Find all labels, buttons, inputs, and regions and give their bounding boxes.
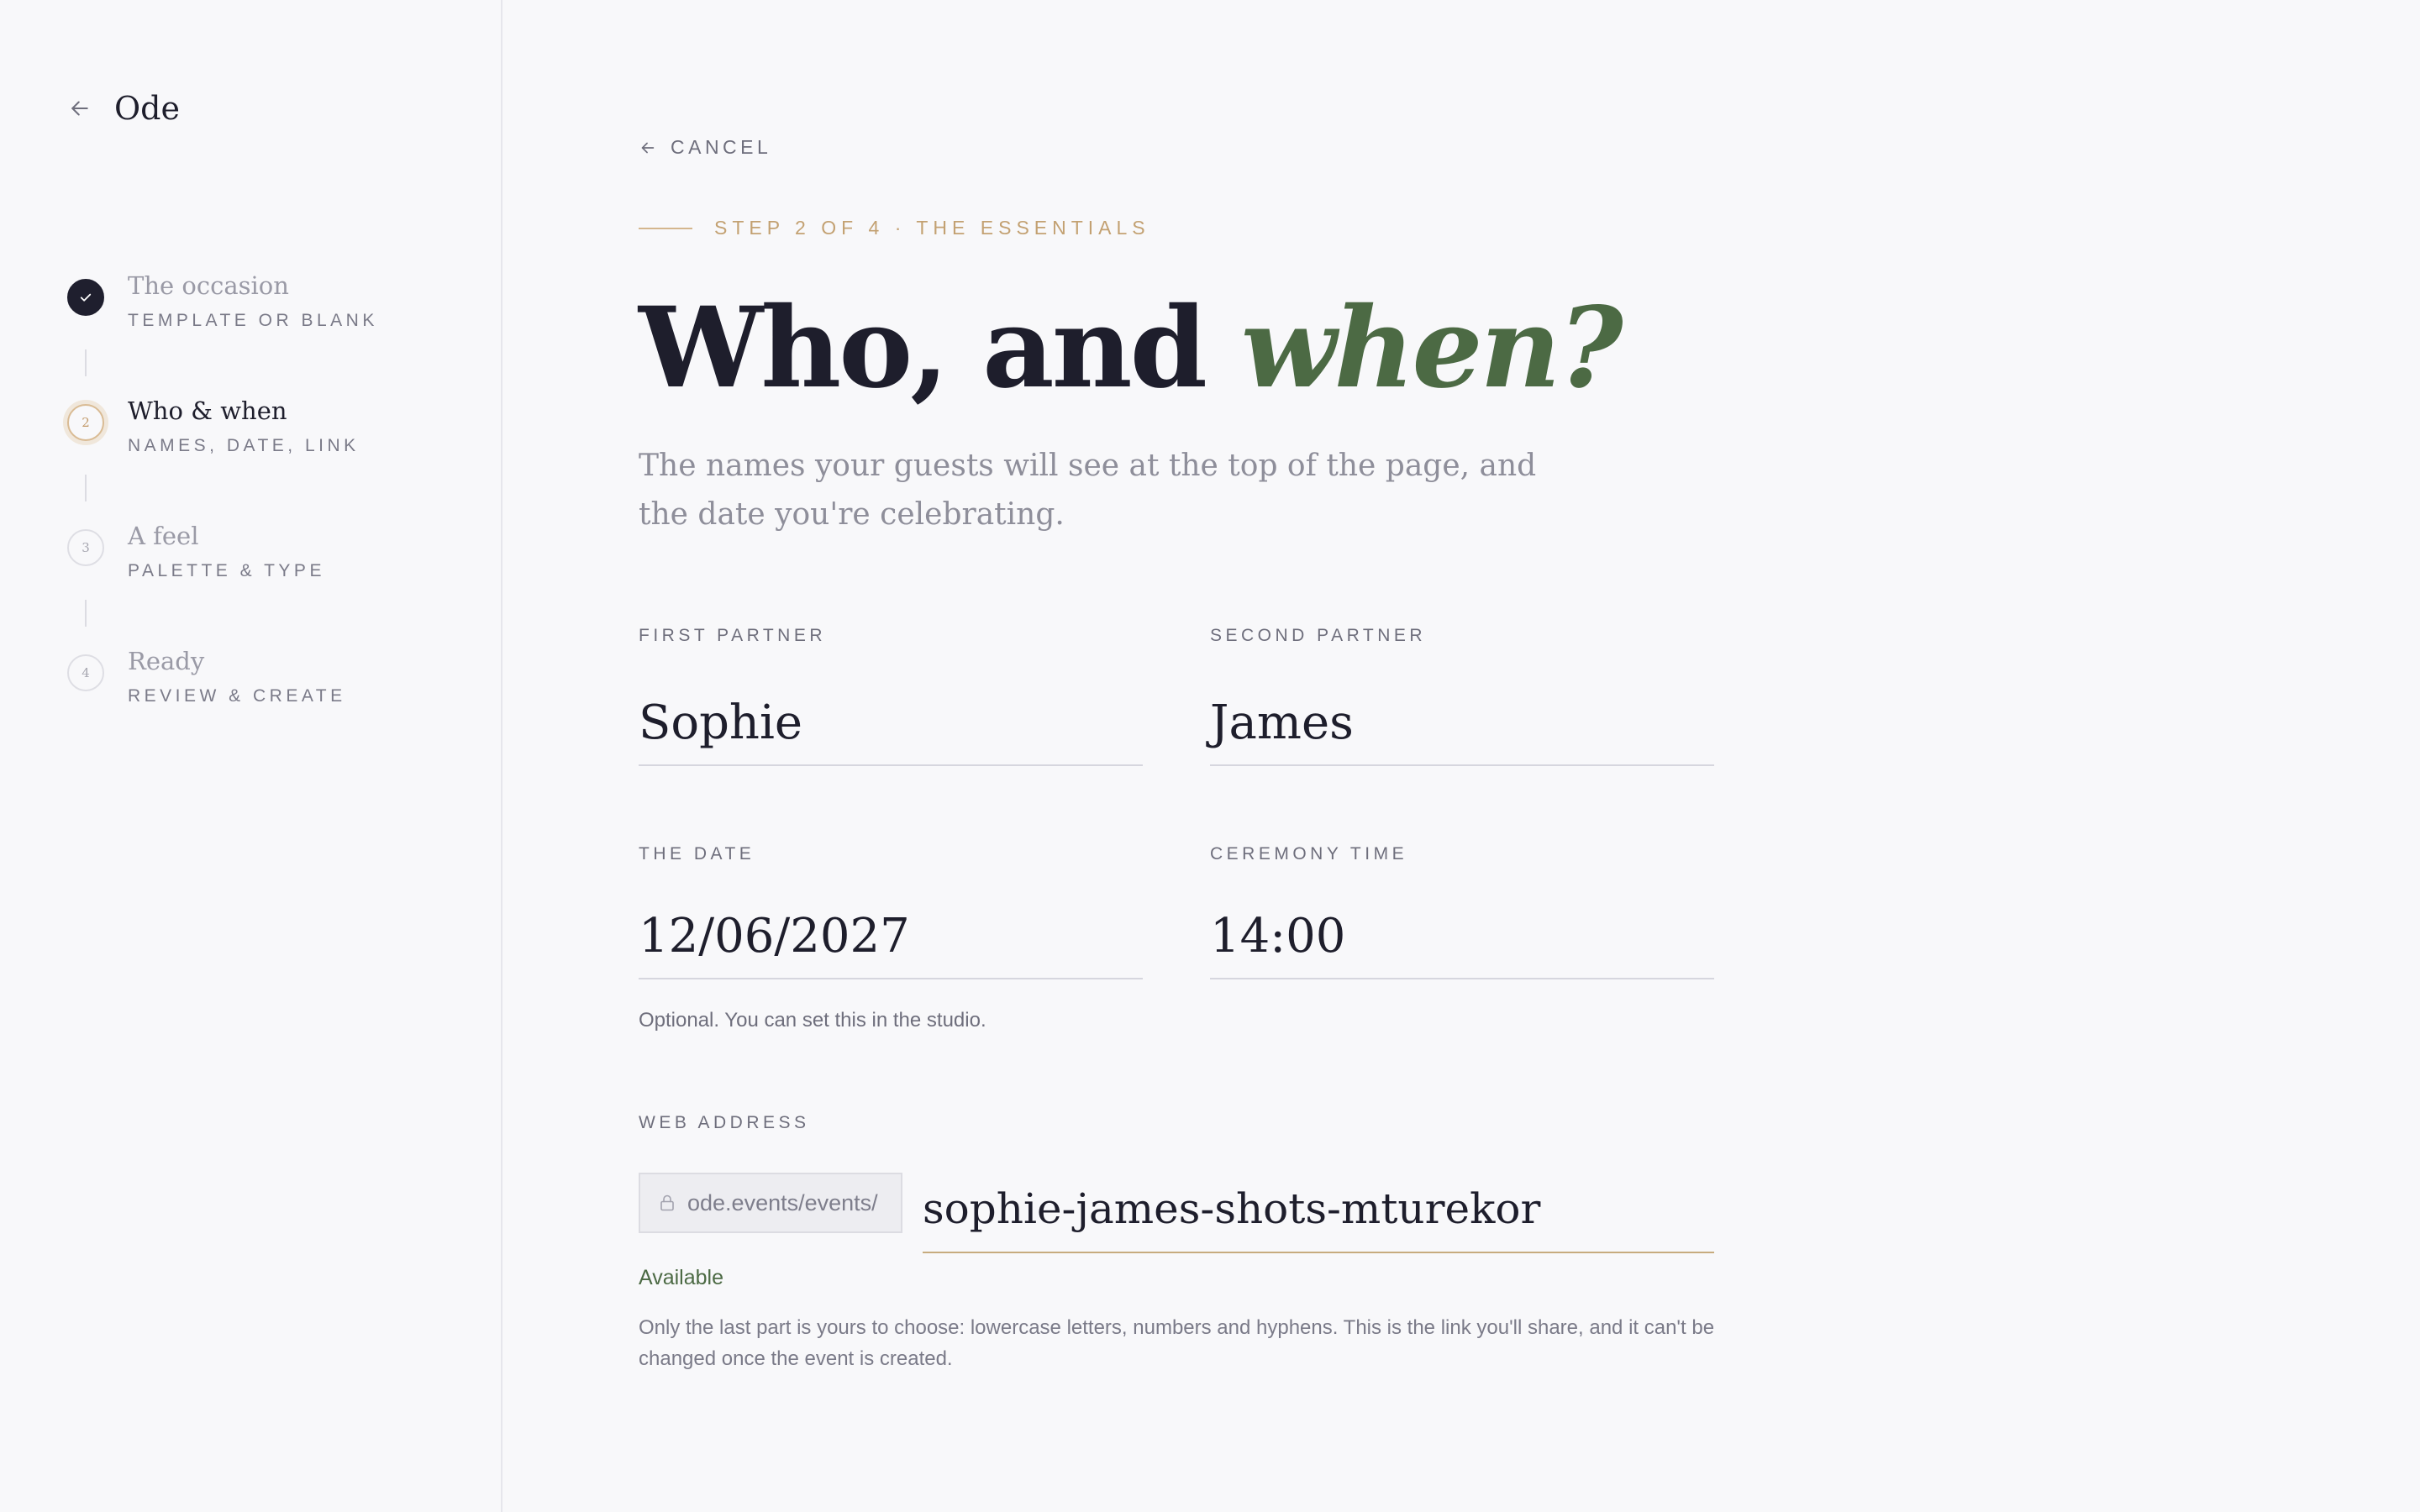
step-title: The occasion [128,271,289,300]
first-partner-input[interactable]: Sophie [639,682,1143,766]
step-connector [85,475,87,501]
step-subtitle: NAMES, DATE, LINK [128,436,360,455]
step-connector [85,600,87,627]
brand-name: Ode [114,90,180,127]
web-address-input[interactable]: sophie-james-shots-mturekor [923,1166,1714,1253]
ceremony-time-input[interactable]: 14:00 [1210,895,1714,979]
step-text: Ready REVIEW & CREATE [128,643,346,706]
first-partner-value: Sophie [639,696,803,750]
eyebrow-rule [639,227,692,229]
step-text: A feel PALETTE & TYPE [128,517,325,581]
arrow-left-icon[interactable] [67,96,92,121]
date-input[interactable]: 12/06/2027 [639,895,1143,979]
check-icon [80,293,92,302]
step-text: The occasion TEMPLATE OR BLANK [128,267,378,331]
url-prefix: ode.events/events/ [639,1173,902,1233]
second-partner-value: James [1210,696,1354,750]
step-ready[interactable]: 4 Ready REVIEW & CREATE [66,643,486,768]
page-title: Who, and when? [639,277,1623,420]
web-address-help: Only the last part is yours to choose: l… [639,1316,1715,1370]
step-number-badge: 2 [67,404,104,441]
app-root: Ode The occasion TEMPLATE OR BLANK 2 Who… [0,0,2420,1512]
step-eyebrow: STEP 2 OF 4 · THE ESSENTIALS [639,217,1150,239]
date-label: THE DATE [639,844,755,864]
sidebar: Ode The occasion TEMPLATE OR BLANK 2 Who… [0,0,502,1512]
step-title: A feel [128,522,199,550]
lock-icon [660,1194,674,1211]
step-text: Who & when NAMES, DATE, LINK [128,392,360,456]
step-number-badge: 3 [67,529,104,566]
main-content: CANCEL STEP 2 OF 4 · THE ESSENTIALS Who,… [504,0,2420,1512]
web-address-label: WEB ADDRESS [639,1113,810,1132]
step-title: Who & when [128,396,287,425]
time-hint: Optional. You can set this in the studio… [639,1009,986,1032]
url-prefix-text: ode.events/events/ [687,1189,878,1215]
cancel-label: CANCEL [671,136,772,158]
stepper: The occasion TEMPLATE OR BLANK 2 Who & w… [66,267,486,768]
step-occasion[interactable]: The occasion TEMPLATE OR BLANK [66,267,486,392]
arrow-left-icon [641,142,655,153]
availability-status: Available [639,1266,724,1289]
ceremony-time-value: 14:00 [1210,909,1346,963]
step-subtitle: TEMPLATE OR BLANK [128,311,378,330]
web-address-value: sophie-james-shots-mturekor [923,1184,1541,1233]
cancel-button[interactable]: CANCEL [639,136,771,159]
page-lead: The names your guests will see at the to… [639,449,1537,532]
second-partner-input[interactable]: James [1210,682,1714,766]
ceremony-time-label: CEREMONY TIME [1210,844,1408,864]
step-number-badge: 4 [67,654,104,691]
step-connector [85,349,87,376]
page-title-accent: when? [1240,283,1623,413]
brand[interactable]: Ode [67,87,180,129]
page-title-main: Who, and [639,283,1241,413]
step-done-indicator [67,279,104,316]
step-title: Ready [128,647,205,675]
step-subtitle: PALETTE & TYPE [128,561,325,580]
eyebrow-text: STEP 2 OF 4 · THE ESSENTIALS [714,217,1150,239]
step-subtitle: REVIEW & CREATE [128,686,346,706]
step-who-when[interactable]: 2 Who & when NAMES, DATE, LINK [66,392,486,517]
second-partner-label: SECOND PARTNER [1210,626,1427,645]
step-feel[interactable]: 3 A feel PALETTE & TYPE [66,517,486,643]
first-partner-label: FIRST PARTNER [639,626,827,645]
date-value: 12/06/2027 [639,909,910,963]
